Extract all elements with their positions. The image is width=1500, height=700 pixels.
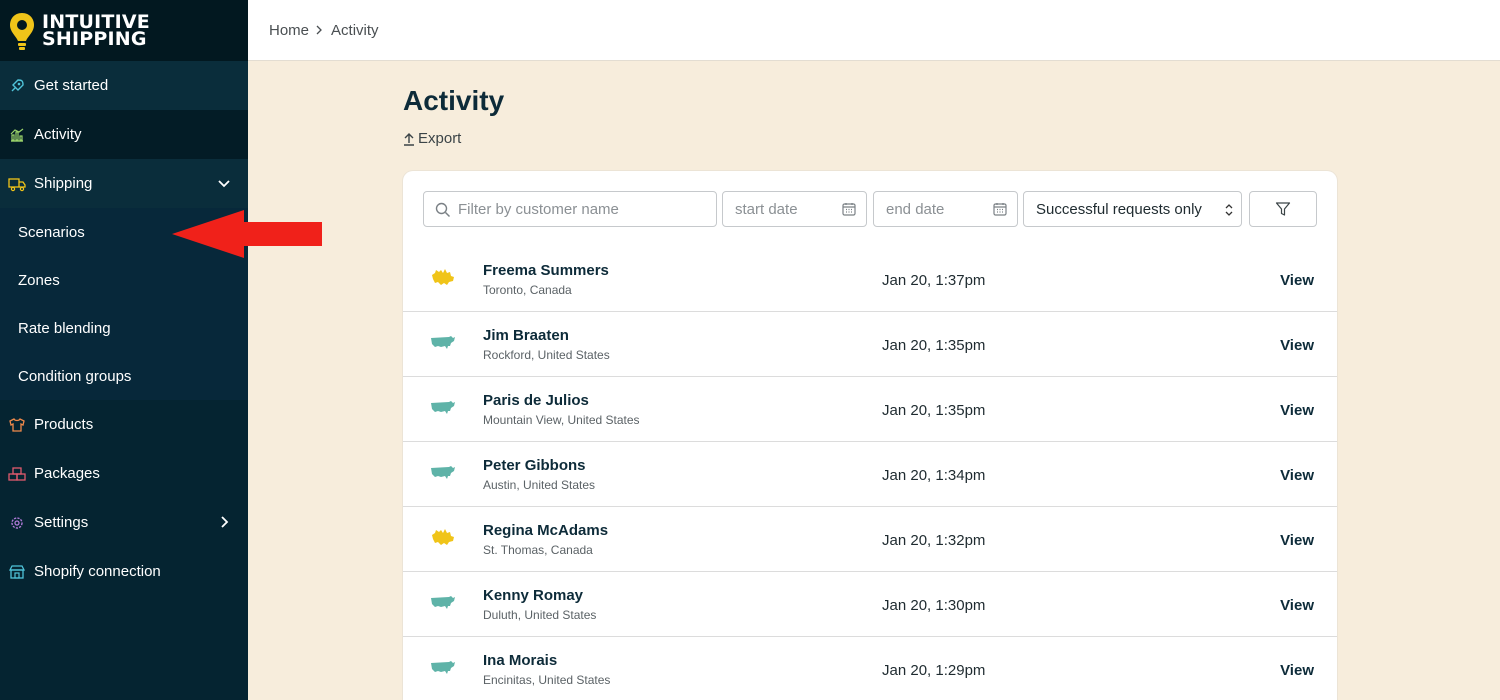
customer-name: Jim Braaten (483, 327, 569, 344)
upload-icon (404, 132, 414, 146)
start-date-input[interactable]: start date (722, 191, 867, 227)
status-select[interactable]: Successful requests only (1023, 191, 1242, 227)
request-time: Jan 20, 1:30pm (882, 597, 986, 614)
customer-name: Peter Gibbons (483, 457, 586, 474)
search-input[interactable]: Filter by customer name (423, 191, 717, 227)
request-time: Jan 20, 1:37pm (882, 272, 986, 289)
view-button[interactable]: View (1280, 662, 1314, 679)
list-item[interactable]: Jim Braaten Rockford, United States Jan … (403, 312, 1337, 377)
page-title: Activity (403, 85, 505, 116)
calendar-icon (993, 203, 1007, 216)
filter-icon (1275, 202, 1291, 216)
view-button[interactable]: View (1280, 467, 1314, 484)
chart-icon (8, 126, 26, 144)
export-button[interactable]: Export (403, 130, 461, 147)
list-item[interactable]: Ina Morais Encinitas, United States Jan … (403, 637, 1337, 700)
shop-icon (8, 563, 26, 581)
customer-location: Toronto, Canada (483, 283, 572, 297)
view-button[interactable]: View (1280, 532, 1314, 549)
customer-name: Freema Summers (483, 262, 609, 279)
red-arrow-icon (172, 210, 322, 258)
sidebar: INTUITIVE SHIPPING Get started Activity … (0, 0, 248, 700)
chevron-right-icon (315, 24, 325, 36)
search-icon (435, 202, 451, 218)
end-date-input[interactable]: end date (873, 191, 1018, 227)
usa-map-icon (429, 462, 457, 484)
customer-name: Kenny Romay (483, 587, 584, 604)
sidebar-item-shipping[interactable]: Shipping (0, 159, 248, 208)
request-time: Jan 20, 1:35pm (882, 402, 986, 419)
activity-list: Freema Summers Toronto, Canada Jan 20, 1… (403, 247, 1337, 700)
rocket-icon (8, 77, 26, 95)
request-time: Jan 20, 1:34pm (882, 467, 986, 484)
list-item[interactable]: Peter Gibbons Austin, United States Jan … (403, 442, 1337, 507)
sidebar-item-settings[interactable]: Settings (0, 498, 248, 547)
customer-name: Paris de Julios (483, 392, 589, 409)
filter-button[interactable] (1249, 191, 1317, 227)
sidebar-item-shopify-connection[interactable]: Shopify connection (0, 547, 248, 596)
usa-map-icon (429, 657, 457, 679)
breadcrumb-home[interactable]: Home (269, 22, 309, 39)
customer-location: Encinitas, United States (483, 673, 611, 687)
list-item[interactable]: Kenny Romay Duluth, United States Jan 20… (403, 572, 1337, 637)
request-time: Jan 20, 1:35pm (882, 337, 986, 354)
activity-card: Filter by customer name start date end d… (403, 171, 1337, 700)
customer-name: Regina McAdams (483, 522, 609, 539)
brand-logo[interactable]: INTUITIVE SHIPPING (0, 0, 248, 61)
view-button[interactable]: View (1280, 402, 1314, 419)
usa-map-icon (429, 592, 457, 614)
chevron-down-icon[interactable] (216, 175, 232, 191)
gear-icon (8, 514, 26, 532)
usa-map-icon (429, 332, 457, 354)
usa-map-icon (429, 397, 457, 419)
shirt-icon (8, 416, 26, 434)
sidebar-item-products[interactable]: Products (0, 400, 248, 449)
boxes-icon (8, 465, 26, 483)
request-time: Jan 20, 1:32pm (882, 532, 986, 549)
breadcrumb: Home Activity (269, 22, 379, 39)
sidebar-item-packages[interactable]: Packages (0, 449, 248, 498)
top-bar: Home Activity (248, 0, 1500, 61)
filter-bar: Filter by customer name start date end d… (423, 191, 1317, 227)
customer-name: Ina Morais (483, 652, 558, 669)
list-item[interactable]: Freema Summers Toronto, Canada Jan 20, 1… (403, 247, 1337, 312)
sidebar-subitem-rate-blending[interactable]: Rate blending (0, 304, 248, 352)
view-button[interactable]: View (1280, 272, 1314, 289)
select-arrows-icon (1225, 204, 1233, 216)
view-button[interactable]: View (1280, 597, 1314, 614)
chevron-right-icon[interactable] (216, 514, 232, 530)
list-item[interactable]: Regina McAdams St. Thomas, Canada Jan 20… (403, 507, 1337, 572)
calendar-icon (842, 203, 856, 216)
canada-map-icon (429, 527, 457, 549)
customer-location: Mountain View, United States (483, 413, 640, 427)
customer-location: St. Thomas, Canada (483, 543, 593, 557)
canada-map-icon (429, 267, 457, 289)
customer-location: Duluth, United States (483, 608, 597, 622)
sidebar-item-get-started[interactable]: Get started (0, 61, 248, 110)
customer-location: Rockford, United States (483, 348, 610, 362)
sidebar-subitem-condition-groups[interactable]: Condition groups (0, 352, 248, 400)
list-item[interactable]: Paris de Julios Mountain View, United St… (403, 377, 1337, 442)
brand-name: INTUITIVE SHIPPING (42, 10, 150, 50)
breadcrumb-current: Activity (331, 21, 379, 39)
request-time: Jan 20, 1:29pm (882, 662, 986, 679)
lightbulb-pin-icon (10, 12, 34, 50)
customer-location: Austin, United States (483, 478, 596, 492)
sidebar-subitem-zones[interactable]: Zones (0, 256, 248, 304)
sidebar-item-activity[interactable]: Activity (0, 110, 248, 159)
truck-icon (8, 175, 26, 193)
view-button[interactable]: View (1280, 337, 1314, 354)
